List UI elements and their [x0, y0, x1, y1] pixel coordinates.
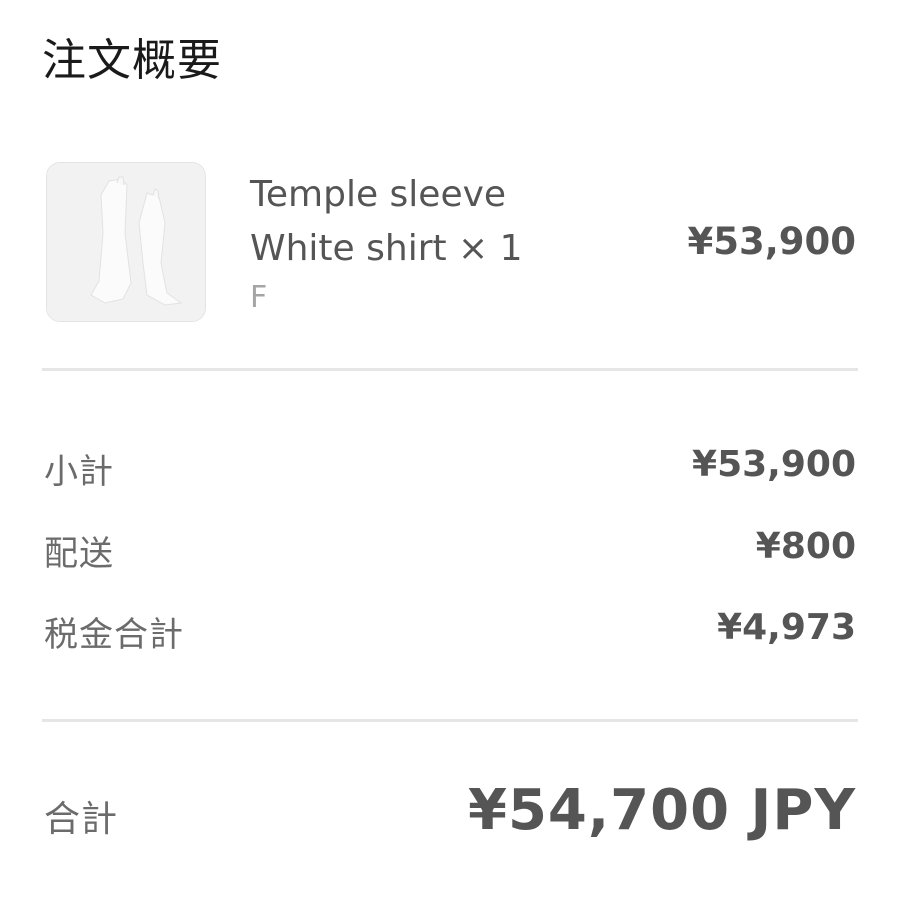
product-name[interactable]: Temple sleeve White shirt × 1: [250, 168, 523, 276]
line-item: Temple sleeve White shirt × 1 F ¥53,900: [46, 162, 856, 322]
subtotal-label: 小計: [44, 452, 114, 492]
total-value: ¥54,700 JPY: [468, 778, 856, 843]
divider: [42, 368, 858, 371]
shirt-image-icon: [47, 163, 205, 321]
tax-value: ¥4,973: [717, 607, 856, 648]
product-thumbnail[interactable]: [46, 162, 206, 322]
shipping-label: 配送: [44, 534, 114, 574]
product-variant: F: [250, 280, 268, 315]
shipping-row: 配送 ¥800: [44, 526, 856, 574]
product-name-line2: White shirt × 1: [250, 228, 523, 269]
product-price: ¥53,900: [687, 220, 856, 263]
subtotal-value: ¥53,900: [692, 444, 856, 485]
tax-row: 税金合計 ¥4,973: [44, 607, 856, 655]
divider: [42, 719, 858, 722]
product-name-line1: Temple sleeve: [250, 174, 507, 215]
total-label: 合計: [44, 799, 119, 840]
tax-label: 税金合計: [44, 615, 184, 655]
shipping-value: ¥800: [755, 526, 856, 567]
page-title: 注文概要: [42, 35, 222, 86]
subtotal-row: 小計 ¥53,900: [44, 444, 856, 492]
